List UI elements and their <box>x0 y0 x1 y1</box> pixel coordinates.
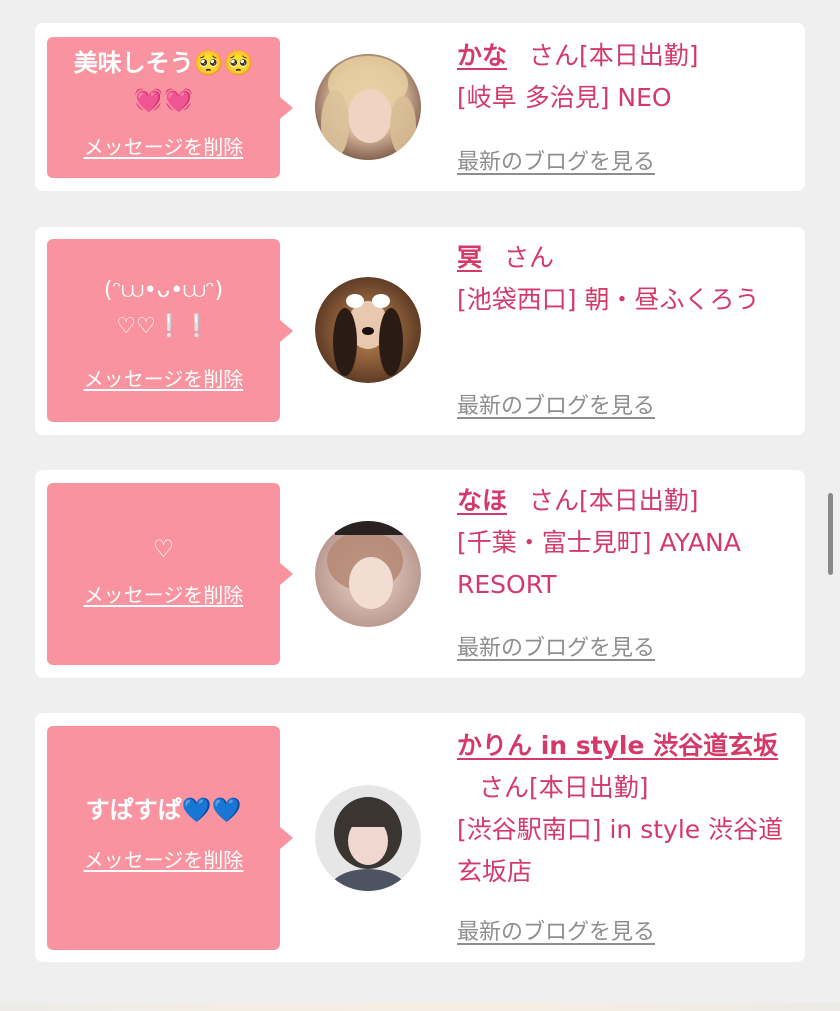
message-text: 美味しそう🥺🥺 💓💓 <box>73 49 254 113</box>
message-card: ♡ メッセージを削除 なほ さん[本日出勤] [千葉・富士見町] AYANA RE… <box>35 470 805 678</box>
latest-blog-link[interactable]: 最新のブログを見る <box>457 914 655 946</box>
shop-info: [千葉・富士見町] AYANA RESORT <box>457 528 741 599</box>
message-text: すぱすぱ💙💙 <box>85 796 242 824</box>
message-list-page: 美味しそう🥺🥺 💓💓 メッセージを削除 かな さん[本日出勤] [岐阜 多治見]… <box>0 0 840 1011</box>
message-bubble: ♡ メッセージを削除 <box>47 483 293 665</box>
delete-message-link[interactable]: メッセージを削除 <box>84 131 244 160</box>
delete-message-link[interactable]: メッセージを削除 <box>84 579 244 608</box>
san-label: さん <box>529 486 580 515</box>
attendance-status: [本日出勤] <box>529 773 649 802</box>
latest-blog-link[interactable]: 最新のブログを見る <box>457 630 655 662</box>
message-card: (ᵔ⩊•ᴗ•⩊ᵔ) ♡♡❕❕ メッセージを削除 冥 さん [池袋西口] 朝・昼ふ… <box>35 227 805 435</box>
message-bubble: すぱすぱ💙💙 メッセージを削除 <box>47 726 293 950</box>
avatar-photo <box>315 785 421 891</box>
latest-blog-link[interactable]: 最新のブログを見る <box>457 388 655 420</box>
cast-name-link[interactable]: 冥 <box>457 243 482 272</box>
cast-name-line: かな さん[本日出勤] <box>457 35 797 77</box>
san-label: さん <box>479 773 530 802</box>
cast-info: 冥さん [池袋西口] 朝・昼ふくろう <box>457 237 797 321</box>
message-text: ♡ <box>152 535 175 563</box>
next-content-edge <box>0 1003 840 1011</box>
avatar-photo <box>315 277 421 383</box>
avatar[interactable] <box>315 277 421 383</box>
latest-blog-link[interactable]: 最新のブログを見る <box>457 144 655 176</box>
avatar[interactable] <box>315 521 421 627</box>
message-text: (ᵔ⩊•ᴗ•⩊ᵔ) ♡♡❕❕ <box>103 278 224 339</box>
cast-name-line: 冥さん <box>457 237 797 279</box>
shop-info: [池袋西口] 朝・昼ふくろう <box>457 285 760 314</box>
cast-info: かりん in style 渋谷道玄坂さん[本日出勤] [渋谷駅南口] in st… <box>457 725 797 893</box>
cast-name-link[interactable]: かな <box>457 41 507 70</box>
cast-name-link[interactable]: なほ <box>457 486 507 515</box>
cast-info: なほ さん[本日出勤] [千葉・富士見町] AYANA RESORT <box>457 480 797 606</box>
san-label: さん <box>504 243 555 272</box>
message-card: すぱすぱ💙💙 メッセージを削除 かりん in style 渋谷道玄坂さん[本日出… <box>35 713 805 962</box>
cast-name-line: なほ さん[本日出勤] <box>457 480 797 522</box>
attendance-status: [本日出勤] <box>579 41 699 70</box>
shop-info: [岐阜 多治見] NEO <box>457 83 672 112</box>
shop-info: [渋谷駅南口] in style 渋谷道玄坂店 <box>457 815 784 886</box>
cast-name-line: かりん in style 渋谷道玄坂さん[本日出勤] <box>457 725 797 809</box>
san-label: さん <box>529 41 580 70</box>
attendance-status: [本日出勤] <box>579 486 699 515</box>
message-bubble: (ᵔ⩊•ᴗ•⩊ᵔ) ♡♡❕❕ メッセージを削除 <box>47 239 293 422</box>
avatar-photo <box>315 54 421 160</box>
cast-info: かな さん[本日出勤] [岐阜 多治見] NEO <box>457 35 797 119</box>
avatar-photo <box>315 521 421 627</box>
avatar[interactable] <box>315 54 421 160</box>
message-card: 美味しそう🥺🥺 💓💓 メッセージを削除 かな さん[本日出勤] [岐阜 多治見]… <box>35 23 805 191</box>
delete-message-link[interactable]: メッセージを削除 <box>84 363 244 392</box>
scrollbar[interactable] <box>828 493 833 575</box>
cast-name-link[interactable]: かりん in style 渋谷道玄坂 <box>457 731 778 760</box>
avatar[interactable] <box>315 785 421 891</box>
delete-message-link[interactable]: メッセージを削除 <box>84 844 244 873</box>
message-bubble: 美味しそう🥺🥺 💓💓 メッセージを削除 <box>47 37 293 178</box>
